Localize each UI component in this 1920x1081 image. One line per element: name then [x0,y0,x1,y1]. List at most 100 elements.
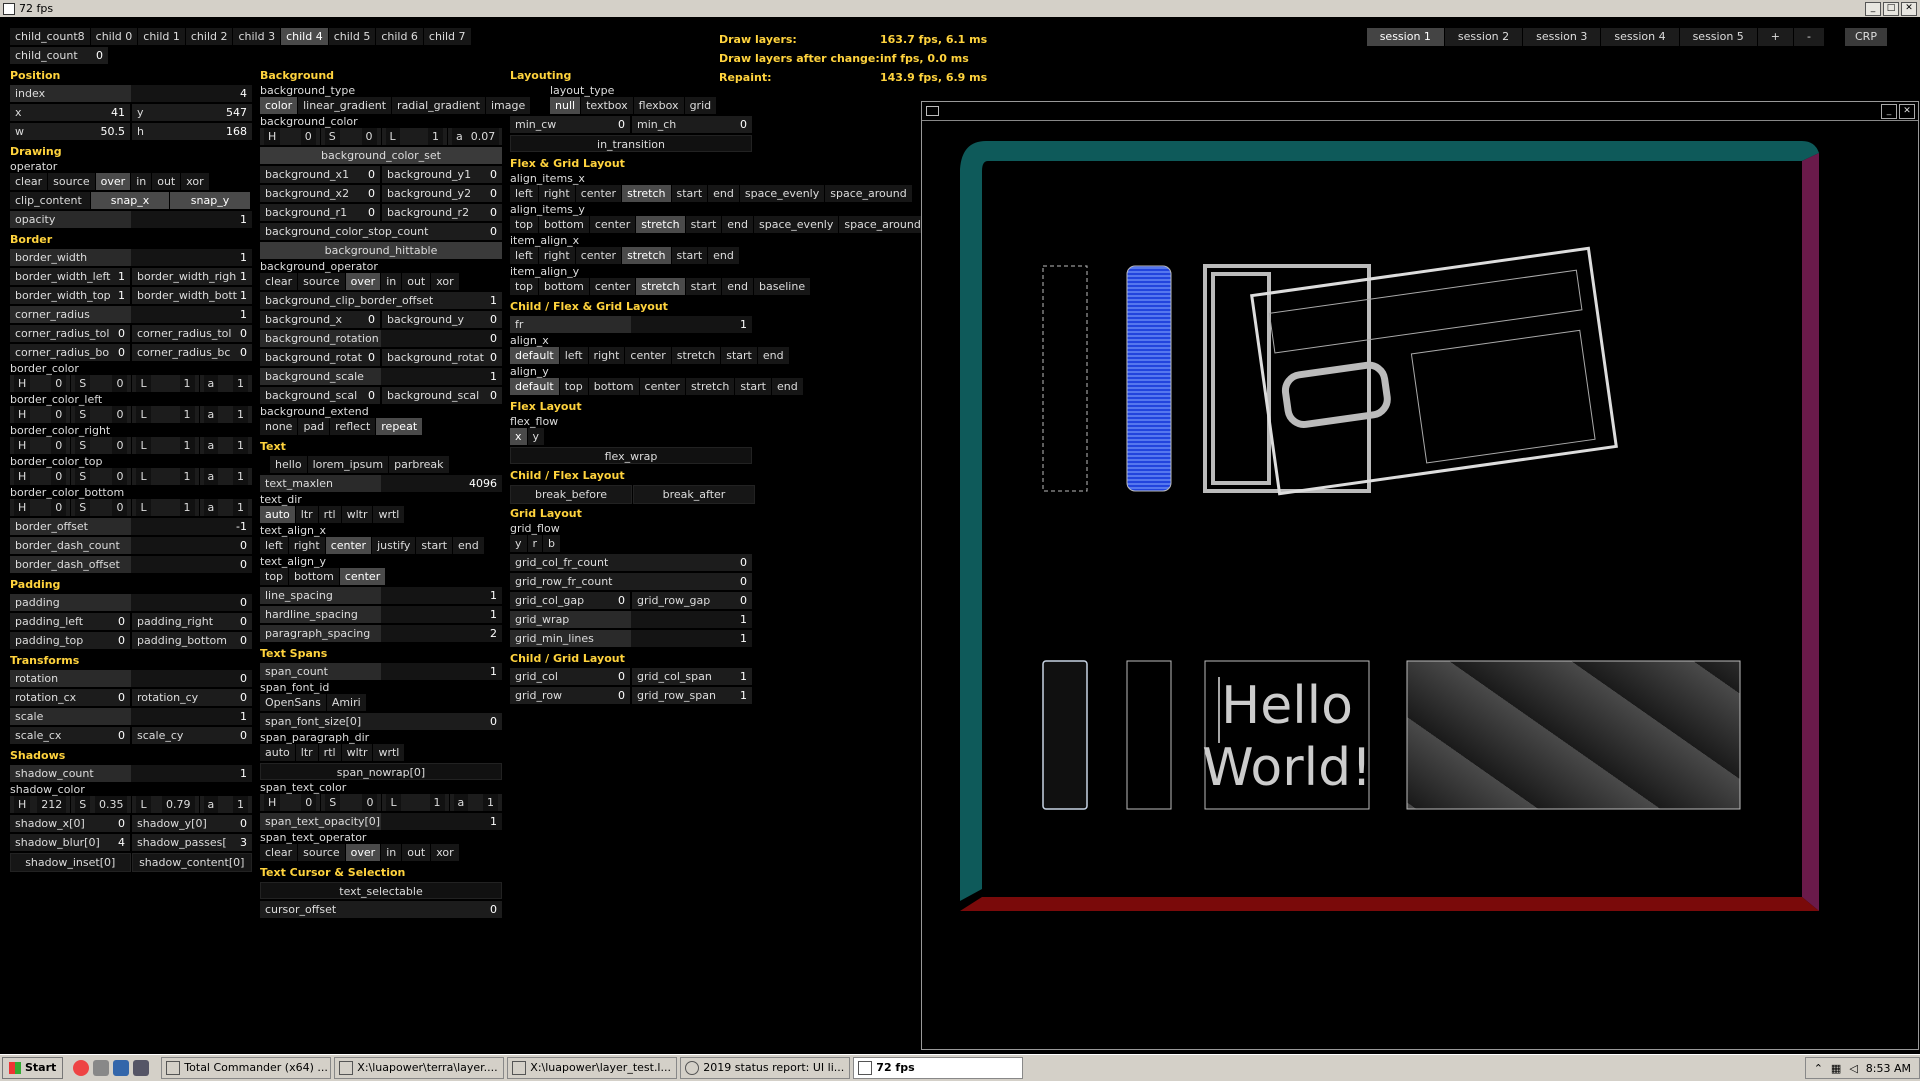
task-button[interactable]: 2019 status report: UI li... [680,1057,851,1079]
child-count-field-2[interactable]: child_count 0 [10,47,108,64]
text-maxlen-field[interactable]: text_maxlen 4096 [260,475,502,492]
align-items-y-option[interactable]: space_around [839,216,926,233]
text-align-x-option[interactable]: left [260,537,288,554]
item-align-y-option[interactable]: baseline [754,278,811,295]
snap-y-toggle[interactable]: snap_y [170,192,250,209]
maximize-icon[interactable]: □ [1883,1,1899,16]
task-button[interactable]: Total Commander (x64) ... [161,1057,332,1079]
border-dash-offset-field[interactable]: border_dash_offset 0 [10,556,252,573]
background-scale-cy-field[interactable]: background_scal 0 [382,387,502,404]
align-x-option[interactable]: default [510,347,559,364]
task-button[interactable]: X:\luapower\terra\layer.... [334,1057,505,1079]
session-tab[interactable]: session 5 [1679,28,1757,46]
span-operator-option[interactable]: out [402,844,431,861]
fr-field[interactable]: fr 1 [510,316,752,333]
tools-icon[interactable] [93,1060,110,1076]
corner-radius-tr-field[interactable]: corner_radius_tol 0 [132,325,252,342]
background-rotation-cy-field[interactable]: background_rotat 0 [382,349,502,366]
align-y-option[interactable]: stretch [685,378,735,395]
background-scale-field[interactable]: background_scale 1 [260,368,502,385]
border-offset-field[interactable]: border_offset -1 [10,518,252,535]
rotation-cx-field[interactable]: rotation_cx 0 [10,689,130,706]
background-x2-field[interactable]: background_x2 0 [260,185,380,202]
session-tab[interactable]: session 2 [1444,28,1523,46]
border-dash-count-field[interactable]: border_dash_count 0 [10,537,252,554]
align-items-y-option[interactable]: bottom [539,216,589,233]
text-align-x-option[interactable]: center [325,537,372,554]
close-icon[interactable]: ✕ [1899,104,1915,119]
border-width-field[interactable]: border_width 1 [10,249,252,266]
background-y1-field[interactable]: background_y1 0 [382,166,502,183]
padding-top-field[interactable]: padding_top 0 [10,632,130,649]
text-preset-option[interactable]: parbreak [389,456,449,473]
item-align-y-option[interactable]: center [589,278,636,295]
terminal-icon[interactable] [133,1060,150,1076]
background-r1-field[interactable]: background_r1 0 [260,204,380,221]
break-before-toggle[interactable]: break_before [510,485,632,504]
span-font-option[interactable]: Amiri [326,694,366,711]
tray-arrow-icon[interactable]: ⌃ [1814,1062,1823,1075]
paragraph-spacing-field[interactable]: paragraph_spacing 2 [260,625,502,642]
operator-option[interactable]: clear [10,173,48,190]
align-y-option[interactable]: default [510,378,559,395]
align-items-x-option[interactable]: stretch [622,185,671,202]
item-align-y-option[interactable]: start [685,278,722,295]
rotation-cy-field[interactable]: rotation_cy 0 [132,689,252,706]
background-rotation-cx-field[interactable]: background_rotat 0 [260,349,380,366]
padding-left-field[interactable]: padding_left 0 [10,613,130,630]
text-align-y-option[interactable]: top [260,568,289,585]
border-color-hsla[interactable]: H0S0L1a1 [10,499,252,516]
align-items-x-option[interactable]: center [575,185,622,202]
item-align-y-option[interactable]: top [510,278,539,295]
child-tab[interactable]: child 3 [233,28,281,45]
align-items-x-option[interactable]: space_around [825,185,912,202]
line-spacing-field[interactable]: line_spacing 1 [260,587,502,604]
item-align-x-option[interactable]: right [538,247,575,264]
text-dir-option[interactable]: ltr [295,506,318,523]
task-button-active[interactable]: 72 fps [853,1057,1024,1079]
scale-cx-field[interactable]: scale_cx 0 [10,727,130,744]
align-items-y-option[interactable]: end [722,216,754,233]
span-operator-option[interactable]: clear [260,844,298,861]
align-x-option[interactable]: start [721,347,757,364]
align-items-x-option[interactable]: left [510,185,538,202]
operator-option[interactable]: xor [181,173,209,190]
item-align-x-option[interactable]: left [510,247,538,264]
network-icon[interactable]: ▦ [1831,1062,1841,1075]
grid-min-lines-field[interactable]: grid_min_lines 1 [510,630,752,647]
child-tab[interactable]: child 6 [376,28,423,45]
align-y-option[interactable]: end [772,378,803,395]
cursor-offset-field[interactable]: cursor_offset 0 [260,901,502,918]
snap-x-toggle[interactable]: snap_x [91,192,169,209]
flex-wrap-toggle[interactable]: flex_wrap [510,447,752,464]
shadow-x-field[interactable]: shadow_x[0] 0 [10,815,130,832]
shadow-content-toggle[interactable]: shadow_content[0] [131,853,252,872]
chrome-icon[interactable] [73,1060,90,1076]
shadow-blur-field[interactable]: shadow_blur[0] 4 [10,834,130,851]
grid-col-field[interactable]: grid_col 0 [510,668,630,685]
layout-type-option[interactable]: flexbox [633,97,684,114]
border-color-hsla[interactable]: H0S0L1a1 [10,437,252,454]
index-field[interactable]: index 4 [10,85,252,102]
border-color-hsla[interactable]: H0S0L1a1 [10,406,252,423]
bg-extend-option[interactable]: none [260,418,298,435]
corner-radius-bl-field[interactable]: corner_radius_bo 0 [10,344,130,361]
item-align-y-option[interactable]: stretch [636,278,685,295]
canvas-window[interactable]: _ ✕ Hello World! [921,101,1919,1050]
span-par-dir-option[interactable]: rtl [318,744,341,761]
bg-extend-option[interactable]: reflect [330,418,376,435]
grid-row-gap-field[interactable]: grid_row_gap 0 [632,592,752,609]
align-y-option[interactable]: center [639,378,685,395]
shadow-y-field[interactable]: shadow_y[0] 0 [132,815,252,832]
h-field[interactable]: h 168 [132,123,252,140]
padding-bottom-field[interactable]: padding_bottom 0 [132,632,252,649]
span-operator-option[interactable]: in [381,844,402,861]
span-text-color-hsla[interactable]: H0 S0 L1 a1 [260,794,502,811]
background-y2-field[interactable]: background_y2 0 [382,185,502,202]
flex-flow-option[interactable]: y [527,428,545,445]
text-dir-option[interactable]: auto [260,506,295,523]
min-cw-field[interactable]: min_cw 0 [510,116,630,133]
background-color-stop-count-field[interactable]: background_color_stop_count 0 [260,223,502,240]
child-tab[interactable]: child 7 [423,28,471,45]
background-r2-field[interactable]: background_r2 0 [382,204,502,221]
